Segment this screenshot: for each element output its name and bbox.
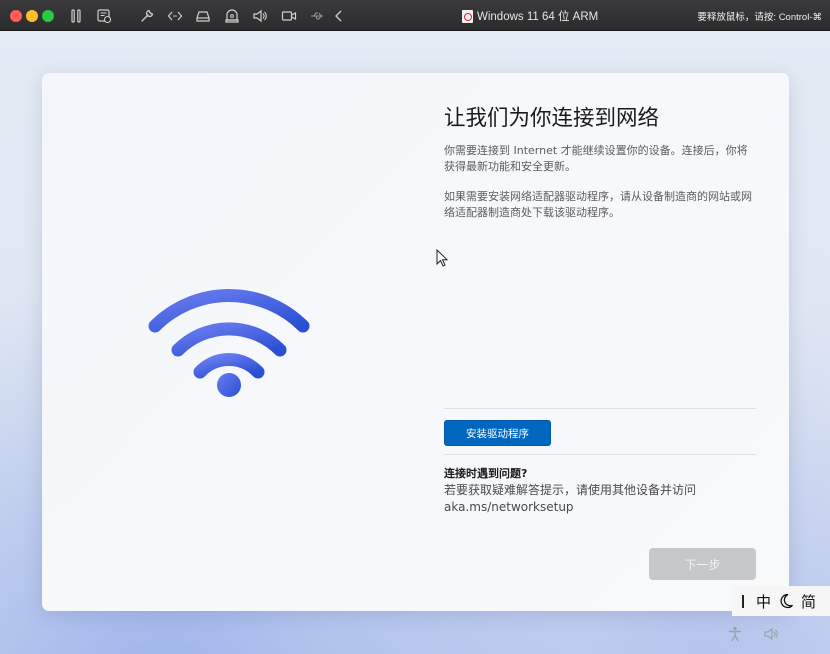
trouble-help-text: 若要获取疑难解答提示，请使用其他设备并访问 aka.ms/networksetu…	[444, 483, 697, 514]
install-drivers-button[interactable]: 安装驱动程序	[444, 420, 551, 446]
close-window-button[interactable]	[10, 10, 22, 22]
chevron-left-icon[interactable]	[330, 7, 348, 25]
intro-paragraph: 你需要连接到 Internet 才能继续设置你的设备。连接后，你将获得最新功能和…	[444, 144, 748, 173]
speaker-icon[interactable]	[251, 7, 269, 25]
window-title: Windows 11 64 位 ARM	[462, 8, 598, 24]
divider	[444, 408, 756, 409]
page-title: 让我们为你连接到网络	[444, 106, 660, 131]
wifi-icon	[148, 288, 310, 397]
camera-icon[interactable]	[280, 7, 298, 25]
vm-document-icon	[462, 9, 473, 23]
mouse-release-hint: 要释放鼠标，请按: Control-⌘	[697, 12, 822, 23]
accessibility-icon[interactable]	[726, 625, 744, 643]
mouse-cursor-icon	[436, 249, 448, 267]
zoom-window-button[interactable]	[42, 10, 54, 22]
driver-paragraph: 如果需要安装网络适配器驱动程序，请从设备制造商的网站或网络适配器制造商处下载该驱…	[444, 190, 752, 219]
divider	[444, 454, 756, 455]
ime-script-toggle[interactable]: 简	[801, 591, 816, 612]
ime-toolbar[interactable]: 中 简	[732, 586, 830, 616]
pause-icon[interactable]	[67, 7, 85, 25]
minimize-window-button[interactable]	[26, 10, 38, 22]
volume-icon[interactable]	[762, 625, 780, 643]
ime-mode-toggle[interactable]: 中	[756, 591, 771, 612]
drive-icon[interactable]	[194, 7, 212, 25]
window-titlebar: Windows 11 64 位 ARM 要释放鼠标，请按: Control-⌘	[0, 0, 830, 31]
printer-icon[interactable]	[223, 7, 241, 25]
half-width-moon-icon[interactable]	[778, 593, 794, 609]
next-button[interactable]: 下一步	[649, 548, 756, 580]
trouble-heading: 连接时遇到问题?	[444, 467, 528, 480]
code-icon[interactable]	[166, 7, 184, 25]
ime-handle[interactable]	[742, 594, 744, 608]
usb-icon[interactable]	[308, 7, 326, 25]
wrench-icon[interactable]	[138, 7, 156, 25]
snapshot-icon[interactable]	[95, 7, 113, 25]
